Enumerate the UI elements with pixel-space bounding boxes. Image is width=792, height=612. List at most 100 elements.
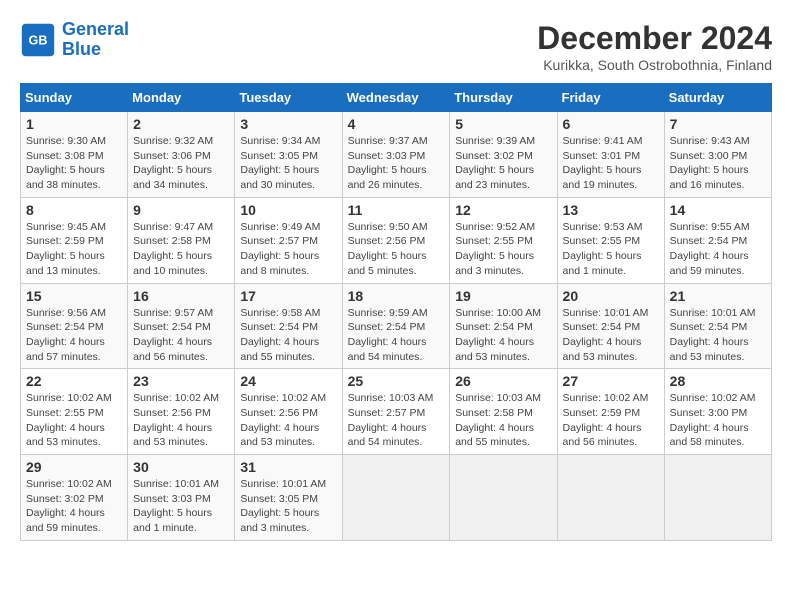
day-header-tuesday: Tuesday: [235, 84, 342, 112]
day-info: Sunrise: 9:45 AM Sunset: 2:59 PM Dayligh…: [26, 220, 122, 279]
logo-icon: GB: [20, 22, 56, 58]
calendar-cell: [664, 455, 771, 541]
calendar-cell: 28 Sunrise: 10:02 AM Sunset: 3:00 PM Day…: [664, 369, 771, 455]
day-number: 30: [133, 459, 229, 475]
day-number: 8: [26, 202, 122, 218]
day-info: Sunrise: 9:55 AM Sunset: 2:54 PM Dayligh…: [670, 220, 766, 279]
day-info: Sunrise: 9:34 AM Sunset: 3:05 PM Dayligh…: [240, 134, 336, 193]
day-info: Sunrise: 10:00 AM Sunset: 2:54 PM Daylig…: [455, 306, 551, 365]
day-number: 24: [240, 373, 336, 389]
calendar-cell: 21 Sunrise: 10:01 AM Sunset: 2:54 PM Day…: [664, 283, 771, 369]
calendar-cell: [342, 455, 450, 541]
calendar-cell: 27 Sunrise: 10:02 AM Sunset: 2:59 PM Day…: [557, 369, 664, 455]
calendar-cell: 31 Sunrise: 10:01 AM Sunset: 3:05 PM Day…: [235, 455, 342, 541]
day-info: Sunrise: 10:02 AM Sunset: 2:55 PM Daylig…: [26, 391, 122, 450]
day-info: Sunrise: 9:56 AM Sunset: 2:54 PM Dayligh…: [26, 306, 122, 365]
day-info: Sunrise: 9:57 AM Sunset: 2:54 PM Dayligh…: [133, 306, 229, 365]
day-info: Sunrise: 9:53 AM Sunset: 2:55 PM Dayligh…: [563, 220, 659, 279]
page-subtitle: Kurikka, South Ostrobothnia, Finland: [537, 57, 772, 73]
day-info: Sunrise: 9:58 AM Sunset: 2:54 PM Dayligh…: [240, 306, 336, 365]
day-number: 17: [240, 288, 336, 304]
day-number: 31: [240, 459, 336, 475]
day-number: 11: [348, 202, 445, 218]
day-info: Sunrise: 9:52 AM Sunset: 2:55 PM Dayligh…: [455, 220, 551, 279]
day-info: Sunrise: 10:01 AM Sunset: 2:54 PM Daylig…: [563, 306, 659, 365]
day-info: Sunrise: 9:41 AM Sunset: 3:01 PM Dayligh…: [563, 134, 659, 193]
day-number: 4: [348, 116, 445, 132]
day-number: 10: [240, 202, 336, 218]
calendar-cell: 18 Sunrise: 9:59 AM Sunset: 2:54 PM Dayl…: [342, 283, 450, 369]
day-number: 14: [670, 202, 766, 218]
day-info: Sunrise: 10:01 AM Sunset: 3:03 PM Daylig…: [133, 477, 229, 536]
day-number: 1: [26, 116, 122, 132]
day-info: Sunrise: 10:02 AM Sunset: 2:56 PM Daylig…: [240, 391, 336, 450]
calendar-cell: 8 Sunrise: 9:45 AM Sunset: 2:59 PM Dayli…: [21, 197, 128, 283]
calendar-cell: 29 Sunrise: 10:02 AM Sunset: 3:02 PM Day…: [21, 455, 128, 541]
day-number: 26: [455, 373, 551, 389]
day-number: 7: [670, 116, 766, 132]
day-info: Sunrise: 10:02 AM Sunset: 2:56 PM Daylig…: [133, 391, 229, 450]
day-info: Sunrise: 9:43 AM Sunset: 3:00 PM Dayligh…: [670, 134, 766, 193]
calendar-cell: 5 Sunrise: 9:39 AM Sunset: 3:02 PM Dayli…: [450, 112, 557, 198]
day-number: 29: [26, 459, 122, 475]
day-info: Sunrise: 9:32 AM Sunset: 3:06 PM Dayligh…: [133, 134, 229, 193]
calendar-cell: 10 Sunrise: 9:49 AM Sunset: 2:57 PM Dayl…: [235, 197, 342, 283]
calendar-cell: 20 Sunrise: 10:01 AM Sunset: 2:54 PM Day…: [557, 283, 664, 369]
day-number: 9: [133, 202, 229, 218]
calendar-cell: 13 Sunrise: 9:53 AM Sunset: 2:55 PM Dayl…: [557, 197, 664, 283]
day-number: 20: [563, 288, 659, 304]
day-header-thursday: Thursday: [450, 84, 557, 112]
calendar-cell: 4 Sunrise: 9:37 AM Sunset: 3:03 PM Dayli…: [342, 112, 450, 198]
day-number: 15: [26, 288, 122, 304]
logo: GB General Blue: [20, 20, 129, 60]
day-number: 25: [348, 373, 445, 389]
calendar-cell: 1 Sunrise: 9:30 AM Sunset: 3:08 PM Dayli…: [21, 112, 128, 198]
day-info: Sunrise: 9:47 AM Sunset: 2:58 PM Dayligh…: [133, 220, 229, 279]
calendar-cell: 2 Sunrise: 9:32 AM Sunset: 3:06 PM Dayli…: [128, 112, 235, 198]
calendar-cell: 22 Sunrise: 10:02 AM Sunset: 2:55 PM Day…: [21, 369, 128, 455]
day-number: 6: [563, 116, 659, 132]
day-info: Sunrise: 10:03 AM Sunset: 2:58 PM Daylig…: [455, 391, 551, 450]
day-info: Sunrise: 10:02 AM Sunset: 3:02 PM Daylig…: [26, 477, 122, 536]
day-number: 28: [670, 373, 766, 389]
day-number: 13: [563, 202, 659, 218]
svg-text:GB: GB: [29, 33, 48, 47]
calendar-cell: 11 Sunrise: 9:50 AM Sunset: 2:56 PM Dayl…: [342, 197, 450, 283]
day-info: Sunrise: 9:39 AM Sunset: 3:02 PM Dayligh…: [455, 134, 551, 193]
logo-text: General Blue: [62, 20, 129, 60]
calendar-cell: 30 Sunrise: 10:01 AM Sunset: 3:03 PM Day…: [128, 455, 235, 541]
page-title: December 2024: [537, 20, 772, 57]
calendar-cell: 24 Sunrise: 10:02 AM Sunset: 2:56 PM Day…: [235, 369, 342, 455]
calendar-cell: 9 Sunrise: 9:47 AM Sunset: 2:58 PM Dayli…: [128, 197, 235, 283]
calendar-cell: 14 Sunrise: 9:55 AM Sunset: 2:54 PM Dayl…: [664, 197, 771, 283]
day-number: 2: [133, 116, 229, 132]
calendar-cell: 17 Sunrise: 9:58 AM Sunset: 2:54 PM Dayl…: [235, 283, 342, 369]
day-number: 3: [240, 116, 336, 132]
day-number: 18: [348, 288, 445, 304]
calendar-cell: 16 Sunrise: 9:57 AM Sunset: 2:54 PM Dayl…: [128, 283, 235, 369]
day-header-wednesday: Wednesday: [342, 84, 450, 112]
day-number: 23: [133, 373, 229, 389]
day-info: Sunrise: 10:01 AM Sunset: 3:05 PM Daylig…: [240, 477, 336, 536]
title-block: December 2024 Kurikka, South Ostrobothni…: [537, 20, 772, 73]
day-info: Sunrise: 9:50 AM Sunset: 2:56 PM Dayligh…: [348, 220, 445, 279]
calendar-cell: 6 Sunrise: 9:41 AM Sunset: 3:01 PM Dayli…: [557, 112, 664, 198]
day-header-monday: Monday: [128, 84, 235, 112]
day-number: 16: [133, 288, 229, 304]
day-info: Sunrise: 10:01 AM Sunset: 2:54 PM Daylig…: [670, 306, 766, 365]
day-number: 27: [563, 373, 659, 389]
calendar-cell: [557, 455, 664, 541]
calendar-cell: 19 Sunrise: 10:00 AM Sunset: 2:54 PM Day…: [450, 283, 557, 369]
calendar-cell: 26 Sunrise: 10:03 AM Sunset: 2:58 PM Day…: [450, 369, 557, 455]
day-number: 19: [455, 288, 551, 304]
calendar-cell: [450, 455, 557, 541]
day-header-sunday: Sunday: [21, 84, 128, 112]
calendar-cell: 12 Sunrise: 9:52 AM Sunset: 2:55 PM Dayl…: [450, 197, 557, 283]
calendar-cell: 23 Sunrise: 10:02 AM Sunset: 2:56 PM Day…: [128, 369, 235, 455]
day-header-friday: Friday: [557, 84, 664, 112]
day-info: Sunrise: 10:03 AM Sunset: 2:57 PM Daylig…: [348, 391, 445, 450]
calendar-table: SundayMondayTuesdayWednesdayThursdayFrid…: [20, 83, 772, 541]
calendar-cell: 3 Sunrise: 9:34 AM Sunset: 3:05 PM Dayli…: [235, 112, 342, 198]
day-info: Sunrise: 9:59 AM Sunset: 2:54 PM Dayligh…: [348, 306, 445, 365]
day-number: 21: [670, 288, 766, 304]
